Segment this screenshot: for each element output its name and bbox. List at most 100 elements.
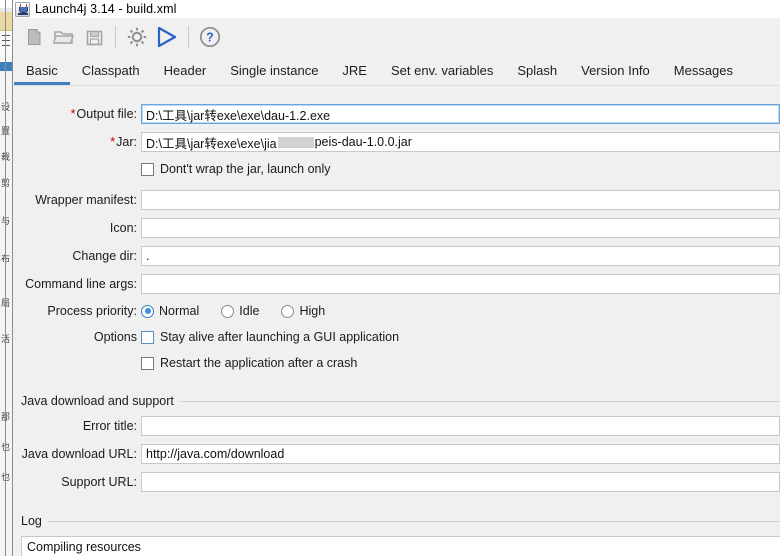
output-file-row: *Output file: D:\工具\jar转exe\exe\dau-1.2.… [13, 100, 780, 128]
support-url-input[interactable] [141, 472, 780, 492]
log-section-line [47, 520, 780, 522]
command-line-args-row: Command line args: [13, 270, 780, 298]
radio-high[interactable] [281, 304, 295, 318]
log-line-0: Compiling resources [27, 540, 141, 554]
stay-alive-checkbox[interactable] [141, 330, 154, 344]
run-button[interactable] [152, 22, 182, 52]
process-priority-option-idle[interactable]: Idle [221, 304, 259, 318]
java-download-url-value: http://java.com/download [146, 447, 285, 461]
window-title: Launch4j 3.14 - build.xml [35, 2, 177, 16]
jar-value-suffix: peis-dau-1.0.0.jar [314, 135, 412, 149]
support-url-row: Support URL: [13, 468, 780, 496]
error-title-row: Error title: [13, 412, 780, 440]
launch4j-window: Launch4j 3.14 - build.xml ? Basic Classp… [13, 0, 780, 556]
process-priority-row: Process priority: Normal Idle High [13, 298, 780, 324]
toolbar-separator-2 [188, 26, 189, 48]
java-download-section-line [179, 400, 780, 402]
change-dir-row: Change dir: . [13, 242, 780, 270]
jar-label-text: Jar: [116, 135, 137, 149]
background-window-sliver: 设 置 裁 剪 与 布 局 活 那 也 也 [0, 0, 13, 556]
required-marker: * [110, 135, 116, 149]
radio-normal-label: Normal [159, 304, 200, 318]
process-priority-radio-group: Normal Idle High [141, 304, 347, 318]
options-label: Options [93, 330, 137, 344]
help-button[interactable]: ? [195, 22, 225, 52]
output-file-label: *Output file: [13, 107, 141, 121]
play-triangle-icon [157, 26, 177, 48]
log-section-title: Log [21, 514, 42, 528]
tab-single-instance[interactable]: Single instance [218, 56, 330, 85]
support-url-label: Support URL: [61, 475, 137, 489]
tab-header[interactable]: Header [152, 56, 219, 85]
tab-bar: Basic Classpath Header Single instance J… [13, 56, 780, 90]
save-file-button[interactable] [79, 22, 109, 52]
change-dir-label: Change dir: [72, 249, 137, 263]
icon-row: Icon: [13, 214, 780, 242]
stay-alive-label: Stay alive after launching a GUI applica… [160, 330, 400, 344]
dont-wrap-row: Dont't wrap the jar, launch only [13, 156, 780, 182]
options-restart-row: Restart the application after a crash [13, 350, 780, 376]
radio-idle-label: Idle [239, 304, 260, 318]
icon-input[interactable] [141, 218, 780, 238]
options-stay-alive-row: Options Stay alive after launching a GUI… [13, 324, 780, 350]
build-wrapper-button[interactable] [122, 22, 152, 52]
dont-wrap-label: Dont't wrap the jar, launch only [160, 162, 331, 176]
gear-icon [127, 27, 147, 47]
change-dir-input[interactable]: . [141, 246, 780, 266]
bg-edge-line-inner [5, 0, 6, 556]
process-priority-option-high[interactable]: High [281, 304, 325, 318]
command-line-args-label: Command line args: [25, 277, 137, 291]
tab-messages[interactable]: Messages [662, 56, 745, 85]
wrapper-manifest-input[interactable] [141, 190, 780, 210]
tab-bar-underline [13, 85, 780, 86]
wrapper-manifest-label: Wrapper manifest: [35, 193, 137, 207]
radio-high-label: High [299, 304, 326, 318]
question-mark-icon: ? [199, 26, 221, 48]
output-file-input[interactable]: D:\工具\jar转exe\exe\dau-1.2.exe [141, 104, 780, 124]
tab-basic[interactable]: Basic [14, 56, 70, 85]
tab-classpath[interactable]: Classpath [70, 56, 152, 85]
new-file-icon [28, 29, 41, 45]
save-disk-icon [86, 30, 102, 45]
jar-value-redaction [277, 136, 314, 148]
basic-tab-panel: *Output file: D:\工具\jar转exe\exe\dau-1.2.… [13, 90, 780, 556]
radio-idle[interactable] [221, 304, 235, 318]
restart-checkbox[interactable] [141, 356, 154, 370]
java-download-section-header: Java download and support [13, 390, 780, 412]
restart-label: Restart the application after a crash [160, 356, 358, 370]
jar-row: *Jar: D:\工具\jar转exe\exe\jia peis-dau-1.0.… [13, 128, 780, 156]
java-download-section-title: Java download and support [21, 394, 174, 408]
process-priority-option-normal[interactable]: Normal [141, 304, 199, 318]
toolbar-separator-1 [115, 26, 116, 48]
error-title-input[interactable] [141, 416, 780, 436]
log-section-header: Log [13, 510, 780, 532]
command-line-args-input[interactable] [141, 274, 780, 294]
jar-label: *Jar: [13, 135, 141, 149]
java-download-url-row: Java download URL: http://java.com/downl… [13, 440, 780, 468]
tab-version-info[interactable]: Version Info [569, 56, 662, 85]
dont-wrap-checkbox[interactable] [141, 162, 154, 176]
new-file-button[interactable] [19, 22, 49, 52]
svg-text:?: ? [206, 31, 214, 45]
open-folder-icon [53, 31, 74, 44]
java-download-url-label: Java download URL: [21, 447, 137, 461]
tab-set-env-variables[interactable]: Set env. variables [379, 56, 505, 85]
title-bar: Launch4j 3.14 - build.xml [13, 0, 780, 18]
output-file-value: D:\工具\jar转exe\exe\dau-1.2.exe [146, 108, 331, 123]
java-download-url-input[interactable]: http://java.com/download [141, 444, 780, 464]
tab-jre[interactable]: JRE [330, 56, 379, 85]
log-output[interactable]: Compiling resources [21, 536, 780, 556]
jar-input[interactable]: D:\工具\jar转exe\exe\jia peis-dau-1.0.0.jar [141, 132, 780, 152]
error-title-label: Error title: [82, 419, 137, 433]
tab-splash[interactable]: Splash [505, 56, 569, 85]
open-file-button[interactable] [49, 22, 79, 52]
toolbar: ? [13, 18, 780, 56]
wrapper-manifest-row: Wrapper manifest: [13, 186, 780, 214]
change-dir-value: . [146, 249, 150, 263]
icon-label: Icon: [109, 221, 137, 235]
required-marker: * [70, 107, 76, 121]
output-file-label-text: Output file: [76, 107, 137, 121]
radio-normal[interactable] [141, 304, 154, 318]
jar-value-prefix: D:\工具\jar转exe\exe\jia [146, 136, 277, 151]
process-priority-label: Process priority: [47, 304, 137, 318]
